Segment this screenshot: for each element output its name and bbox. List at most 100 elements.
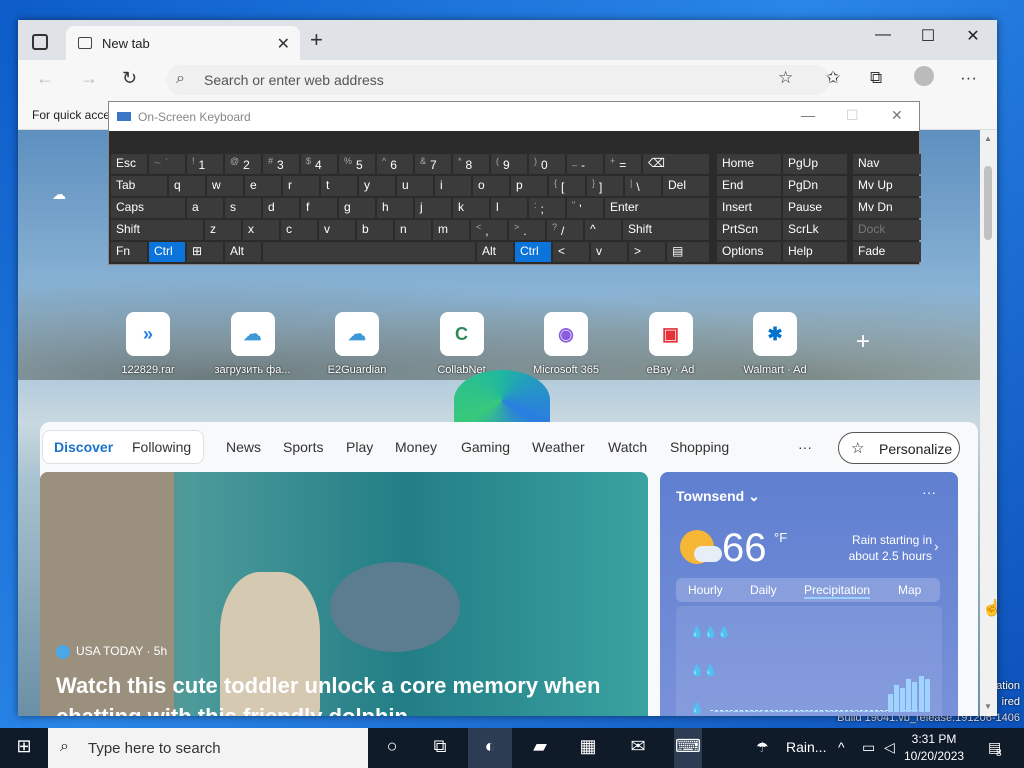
key-sym[interactable]: _ - (567, 154, 603, 174)
key-y[interactable]: y (359, 176, 395, 196)
key-1[interactable]: ! 1 (187, 154, 223, 174)
key-pause[interactable]: Pause (783, 198, 847, 218)
settings-more-icon[interactable]: ··· (960, 68, 977, 88)
start-icon[interactable]: ⊞ (12, 736, 36, 757)
key-fade[interactable]: Fade (853, 242, 921, 262)
profile-avatar[interactable] (914, 66, 934, 86)
vertical-scrollbar[interactable]: ▲ ▼ (980, 130, 997, 716)
key-sym[interactable]: ^ (585, 220, 621, 240)
quick-link-tile[interactable]: ◉ Microsoft 365 (516, 312, 616, 376)
key-fn[interactable]: Fn (111, 242, 147, 262)
mail-icon[interactable]: ✉ (626, 736, 650, 757)
key-6[interactable]: ^ 6 (377, 154, 413, 174)
key-ctrl[interactable]: Ctrl (149, 242, 185, 262)
key-alt[interactable]: Alt (477, 242, 513, 262)
tab-new-tab[interactable]: New tab ✕ (66, 26, 300, 60)
file-explorer-icon[interactable]: ▰ (528, 736, 552, 757)
key-p[interactable]: p (511, 176, 547, 196)
collections-icon[interactable]: ⧉ (870, 68, 882, 88)
key-sym[interactable]: >. (509, 220, 545, 240)
minimize-button[interactable]: — (868, 26, 898, 44)
address-input[interactable]: Search or enter web address (204, 72, 384, 88)
key-h[interactable]: h (377, 198, 413, 218)
key-prtscn[interactable]: PrtScn (717, 220, 781, 240)
key-sym[interactable]: <, (471, 220, 507, 240)
key-esc[interactable]: Esc (111, 154, 147, 174)
key-x[interactable]: x (243, 220, 279, 240)
key-u[interactable]: u (397, 176, 433, 196)
weather-location[interactable]: Townsend ⌄ (676, 488, 760, 505)
tab-gaming[interactable]: Gaming (461, 439, 510, 455)
key-home[interactable]: Home (717, 154, 781, 174)
key-sym[interactable]: ~ ` (149, 154, 185, 174)
key-f[interactable]: f (301, 198, 337, 218)
key-a[interactable]: a (187, 198, 223, 218)
tab-money[interactable]: Money (395, 439, 437, 455)
cortana-icon[interactable]: ○ (380, 736, 404, 757)
new-tab-button[interactable]: + (310, 29, 323, 51)
taskbar-search-input[interactable]: Type here to search (88, 740, 221, 757)
personalize-button[interactable]: ☆ Personalize (838, 432, 960, 464)
key-alt[interactable]: Alt (225, 242, 261, 262)
key-2[interactable]: @2 (225, 154, 261, 174)
key-mvdn[interactable]: Mv Dn (853, 198, 921, 218)
quick-link-tile[interactable]: ☁ загрузить фа... (203, 312, 303, 376)
key-g[interactable]: g (339, 198, 375, 218)
key-e[interactable]: e (245, 176, 281, 196)
key-d[interactable]: d (263, 198, 299, 218)
key-nav[interactable]: Nav (853, 154, 921, 174)
key-k[interactable]: k (453, 198, 489, 218)
key-dock[interactable]: Dock (853, 220, 921, 240)
key-sym[interactable]: {[ (549, 176, 585, 196)
key-j[interactable]: j (415, 198, 451, 218)
key-3[interactable]: #3 (263, 154, 299, 174)
chevron-right-icon[interactable]: › (934, 538, 939, 554)
weather-tray-icon[interactable]: ☂ (756, 739, 769, 756)
tab-weather[interactable]: Weather (532, 439, 585, 455)
key-sym[interactable]: > (629, 242, 665, 262)
key-insert[interactable]: Insert (717, 198, 781, 218)
key-mvup[interactable]: Mv Up (853, 176, 921, 196)
maximize-button[interactable]: ☐ (913, 26, 943, 46)
key-sym[interactable]: }] (587, 176, 623, 196)
key-help[interactable]: Help (783, 242, 847, 262)
network-icon[interactable]: ▭ (862, 739, 875, 756)
key-sym[interactable]: ▤ (667, 242, 709, 262)
key-v[interactable]: v (319, 220, 355, 240)
key-5[interactable]: % 5 (339, 154, 375, 174)
osk-taskbar-icon[interactable]: ⌨ (674, 728, 702, 768)
quick-link-tile[interactable]: ▣ eBay · Ad (621, 312, 721, 376)
scroll-thumb[interactable] (984, 166, 992, 240)
tab-play[interactable]: Play (346, 439, 373, 455)
scroll-down-icon[interactable]: ▼ (984, 702, 992, 711)
key-sym[interactable]: | \ (625, 176, 661, 196)
key-sym[interactable]: + = (605, 154, 641, 174)
key-7[interactable]: & 7 (415, 154, 451, 174)
key-sym[interactable]: < (553, 242, 589, 262)
scroll-up-icon[interactable]: ▲ (984, 134, 992, 143)
story-headline[interactable]: Watch this cute toddler unlock a core me… (56, 670, 636, 716)
mini-weather-icon[interactable]: ☁ (52, 186, 66, 203)
key-end[interactable]: End (717, 176, 781, 196)
add-favorite-icon[interactable]: ☆ (778, 68, 793, 88)
quick-link-tile[interactable]: C CollabNet (412, 312, 512, 376)
key-del[interactable]: Del (663, 176, 709, 196)
quick-link-tile[interactable]: ☁ E2Guardian (307, 312, 407, 376)
key-shift[interactable]: Shift (623, 220, 709, 240)
tab-actions-icon[interactable] (32, 34, 48, 50)
key-w[interactable]: w (207, 176, 243, 196)
forward-icon[interactable]: → (80, 68, 98, 89)
key-q[interactable]: q (169, 176, 205, 196)
weather-more-icon[interactable]: ··· (922, 484, 936, 500)
quick-link-tile[interactable]: » 122829.rar (98, 312, 198, 376)
key-l[interactable]: l (491, 198, 527, 218)
key-s[interactable]: s (225, 198, 261, 218)
key-ctrl[interactable]: Ctrl (515, 242, 551, 262)
key-sym[interactable]: :; (529, 198, 565, 218)
key-tab[interactable]: Tab (111, 176, 167, 196)
key-scrlk[interactable]: ScrLk (783, 220, 847, 240)
tab-following[interactable]: Following (132, 439, 191, 455)
weather-tab-precipitation[interactable]: Precipitation (804, 583, 871, 599)
key-n[interactable]: n (395, 220, 431, 240)
featured-story[interactable]: USA TODAY · 5h Watch this cute toddler u… (40, 472, 648, 716)
